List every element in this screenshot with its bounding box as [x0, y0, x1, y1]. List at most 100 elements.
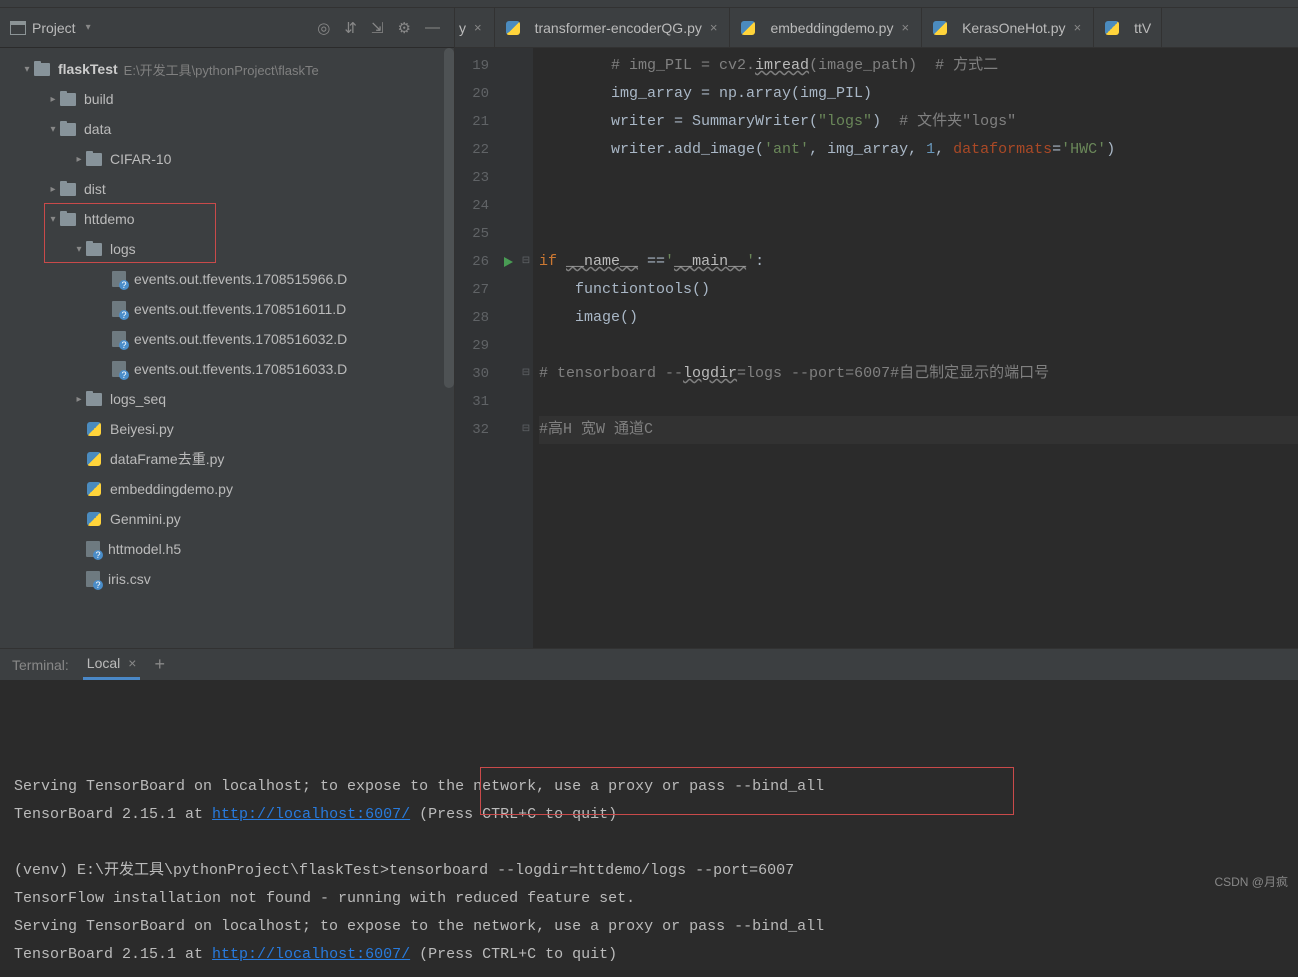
editor-tabs: y×transformer-encoderQG.py×embeddingdemo…: [455, 8, 1298, 48]
tree-arrow-icon[interactable]: [46, 94, 60, 105]
editor-tab[interactable]: transformer-encoderQG.py ×: [495, 8, 731, 47]
folder-icon: [86, 153, 102, 166]
fold-icon[interactable]: ⊟: [519, 248, 533, 276]
tree-item-path: E:\开发工具\pythonProject\flaskTe: [124, 60, 319, 79]
tree-item-logs-seq[interactable]: logs_seq: [0, 384, 454, 414]
terminal-line: Serving TensorBoard on localhost; to exp…: [14, 773, 1284, 801]
gutter-blank: [519, 388, 533, 416]
project-tree[interactable]: flaskTest E:\开发工具\pythonProject\flaskTe bu…: [0, 48, 454, 648]
editor-tab[interactable]: KerasOneHot.py ×: [922, 8, 1094, 47]
gutter-blank: [497, 332, 519, 360]
tree-item-iris-csv[interactable]: iris.csv: [0, 564, 454, 594]
project-sidebar: Project ▾ ◎ ⇵ ⇲ ⚙ — flaskTest E:\开发工具\pyt…: [0, 8, 455, 648]
code-editor[interactable]: # img_PIL = cv2.imread(image_path) # 方式二…: [533, 48, 1298, 648]
gutter-blank: [497, 192, 519, 220]
tree-arrow-icon[interactable]: [46, 184, 60, 195]
code-line[interactable]: # tensorboard --logdir=logs --port=6007#…: [539, 360, 1298, 388]
tree-arrow-icon[interactable]: [46, 214, 60, 225]
code-line[interactable]: [539, 164, 1298, 192]
unknown-file-icon: [112, 331, 126, 347]
scrollbar[interactable]: [444, 48, 454, 388]
gutter-blank: [497, 220, 519, 248]
expand-all-icon[interactable]: ⇵: [340, 19, 361, 37]
terminal-output[interactable]: Serving TensorBoard on localhost; to exp…: [0, 681, 1298, 977]
chevron-down-icon[interactable]: ▾: [86, 22, 91, 33]
tab-label: transformer-encoderQG.py: [535, 20, 702, 36]
tab-label: KerasOneHot.py: [962, 20, 1066, 36]
code-line[interactable]: image(): [539, 304, 1298, 332]
line-number: 20: [455, 80, 489, 108]
tree-item-dataFrame---py[interactable]: dataFrame去重.py: [0, 444, 454, 474]
close-icon[interactable]: ×: [708, 20, 720, 35]
tree-arrow-icon[interactable]: [72, 394, 86, 405]
code-line[interactable]: [539, 192, 1298, 220]
tree-item-Genmini-py[interactable]: Genmini.py: [0, 504, 454, 534]
code-line[interactable]: functiontools(): [539, 276, 1298, 304]
tree-item-label: CIFAR-10: [110, 151, 171, 167]
editor-tab[interactable]: y×: [455, 8, 495, 47]
gear-icon[interactable]: ⚙: [394, 19, 415, 37]
tree-item-label: Beiyesi.py: [110, 421, 174, 437]
code-line[interactable]: [539, 388, 1298, 416]
collapse-all-icon[interactable]: ⇲: [367, 19, 388, 37]
tree-item-events-out-tfevents-1708516011-D[interactable]: events.out.tfevents.1708516011.D: [0, 294, 454, 324]
add-terminal-icon[interactable]: +: [154, 654, 165, 675]
terminal-link[interactable]: http://localhost:6007/: [212, 946, 410, 963]
gutter-blank: [519, 332, 533, 360]
tree-item-logs[interactable]: logs: [0, 234, 454, 264]
code-line[interactable]: [539, 332, 1298, 360]
unknown-file-icon: [112, 301, 126, 317]
tree-item-embeddingdemo-py[interactable]: embeddingdemo.py: [0, 474, 454, 504]
tree-item-events-out-tfevents-1708515966-D[interactable]: events.out.tfevents.1708515966.D: [0, 264, 454, 294]
code-line[interactable]: # img_PIL = cv2.imread(image_path) # 方式二: [539, 52, 1298, 80]
tree-item-flaskTest[interactable]: flaskTest E:\开发工具\pythonProject\flaskTe: [0, 54, 454, 84]
tree-item-events-out-tfevents-1708516032-D[interactable]: events.out.tfevents.1708516032.D: [0, 324, 454, 354]
gutter-blank: [519, 192, 533, 220]
code-line[interactable]: writer.add_image('ant', img_array, 1, da…: [539, 136, 1298, 164]
tree-item-build[interactable]: build: [0, 84, 454, 114]
code-line[interactable]: img_array = np.array(img_PIL): [539, 80, 1298, 108]
unknown-file-icon: [86, 541, 100, 557]
folder-icon: [86, 393, 102, 406]
tree-item-httdemo[interactable]: httdemo: [0, 204, 454, 234]
fold-icon[interactable]: ⊟: [519, 416, 533, 444]
close-icon[interactable]: ×: [472, 20, 484, 35]
tree-item-events-out-tfevents-1708516033-D[interactable]: events.out.tfevents.1708516033.D: [0, 354, 454, 384]
tree-item-dist[interactable]: dist: [0, 174, 454, 204]
sidebar-title[interactable]: Project: [32, 20, 76, 36]
tree-arrow-icon[interactable]: [20, 64, 34, 75]
gutter-blank: [497, 276, 519, 304]
tree-item-label: events.out.tfevents.1708515966.D: [134, 271, 347, 287]
tree-arrow-icon[interactable]: [46, 124, 60, 135]
code-line[interactable]: #高H 宽W 通道C: [539, 416, 1298, 444]
terminal-link[interactable]: http://localhost:6007/: [212, 806, 410, 823]
tree-arrow-icon[interactable]: [72, 244, 86, 255]
run-icon[interactable]: [497, 248, 519, 276]
locate-icon[interactable]: ◎: [313, 19, 334, 37]
folder-icon: [60, 213, 76, 226]
editor-tab[interactable]: embeddingdemo.py×: [730, 8, 922, 47]
terminal-tab-local[interactable]: Local ×: [83, 649, 141, 680]
code-line[interactable]: writer = SummaryWriter("logs") # 文件夹"log…: [539, 108, 1298, 136]
close-icon[interactable]: ×: [899, 20, 911, 35]
close-icon[interactable]: ×: [128, 655, 136, 671]
tab-label: y: [459, 20, 466, 36]
tree-arrow-icon[interactable]: [72, 154, 86, 165]
folder-icon: [60, 183, 76, 196]
terminal-panel: Terminal: Local × + Serving TensorBoard …: [0, 648, 1298, 894]
tree-item-label: dataFrame去重.py: [110, 449, 224, 469]
minimize-icon[interactable]: —: [421, 19, 444, 36]
terminal-line: TensorBoard 2.15.1 at http://localhost:6…: [14, 941, 1284, 969]
tree-item-label: flaskTest: [58, 61, 118, 77]
tree-item-data[interactable]: data: [0, 114, 454, 144]
line-number: 23: [455, 164, 489, 192]
tree-item-CIFAR-10[interactable]: CIFAR-10: [0, 144, 454, 174]
code-line[interactable]: if __name__ =='__main__':: [539, 248, 1298, 276]
gutter-blank: [497, 136, 519, 164]
tree-item-Beiyesi-py[interactable]: Beiyesi.py: [0, 414, 454, 444]
close-icon[interactable]: ×: [1072, 20, 1084, 35]
tree-item-httmodel-h5[interactable]: httmodel.h5: [0, 534, 454, 564]
fold-icon[interactable]: ⊟: [519, 360, 533, 388]
code-line[interactable]: [539, 220, 1298, 248]
editor-tab[interactable]: ttV: [1094, 8, 1162, 47]
